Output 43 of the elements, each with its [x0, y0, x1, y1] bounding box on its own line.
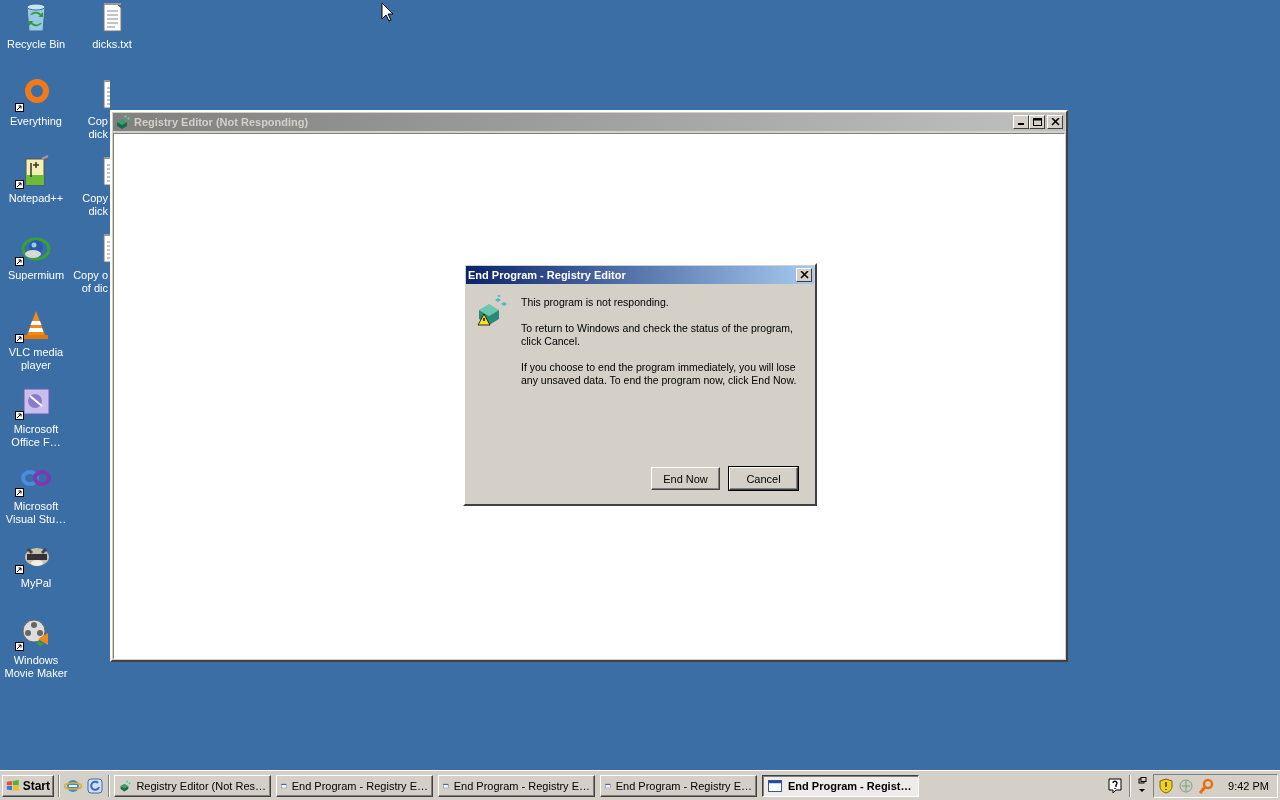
shield-icon[interactable] — [1158, 777, 1175, 794]
icon-label[interactable]: Recycle Bin — [6, 38, 66, 51]
window-icon — [767, 777, 783, 794]
end-now-button[interactable]: End Now — [651, 467, 720, 490]
icon-label[interactable]: Windows Movie Maker — [4, 654, 68, 680]
close-button[interactable] — [796, 268, 812, 282]
windows-logo-icon — [6, 778, 20, 793]
cancel-button[interactable]: Cancel — [729, 467, 798, 490]
icon-label[interactable]: VLC media player — [8, 346, 64, 372]
dialog-message: To return to Windows and check the status of the program, click Cancel. — [521, 322, 794, 348]
close-button[interactable] — [1047, 115, 1063, 129]
close-icon — [1050, 118, 1060, 126]
start-button[interactable]: Start — [2, 774, 54, 797]
icon-label[interactable]: Copy o of dic — [73, 269, 108, 295]
taskbar-button[interactable]: End Program - Registry E… — [438, 774, 595, 797]
taskbar-button[interactable]: End Program - Registry E… — [600, 774, 757, 797]
icon-label[interactable]: dicks.txt — [92, 38, 132, 51]
taskbar-button[interactable]: End Program - Registry E… — [276, 774, 433, 797]
icon-label[interactable]: Everything — [10, 115, 62, 128]
window-title: Registry Editor (Not Responding) — [134, 116, 309, 128]
icon-label[interactable]: Copy dick — [82, 192, 108, 218]
dialog-message: If you choose to end the program immediately, you will lose any unsaved data. To end the program now, click End Now. — [521, 361, 798, 387]
minimize-button[interactable] — [1013, 115, 1029, 129]
icon-label[interactable]: Supermium — [7, 269, 65, 282]
app-icon[interactable] — [20, 386, 52, 418]
maximize-icon — [1032, 118, 1042, 126]
maximize-button[interactable] — [1029, 115, 1045, 129]
warning-registry-icon — [475, 294, 509, 328]
registry-icon — [115, 114, 131, 130]
icon-label[interactable]: Notepad++ — [8, 192, 64, 205]
icon-label[interactable]: MyPal — [20, 577, 52, 590]
dialog-message: This program is not responding. — [521, 296, 670, 309]
icon-label[interactable]: Microsoft Visual Stu… — [5, 500, 67, 526]
taskbar-button[interactable]: End Program - Regist… — [762, 774, 919, 797]
help-icon[interactable] — [1107, 777, 1124, 794]
close-icon — [799, 271, 809, 279]
clock: 9:42 PM — [1228, 779, 1269, 792]
restore-icon[interactable] — [1137, 776, 1148, 795]
icon-label[interactable]: Cop dick — [87, 115, 108, 141]
icon-label[interactable]: Microsoft Office F… — [11, 423, 61, 449]
window-title: End Program - Registry Editor — [468, 269, 626, 281]
cursor-icon — [381, 2, 394, 22]
taskbar-button[interactable]: Registry Editor (Not Res… — [114, 774, 271, 797]
